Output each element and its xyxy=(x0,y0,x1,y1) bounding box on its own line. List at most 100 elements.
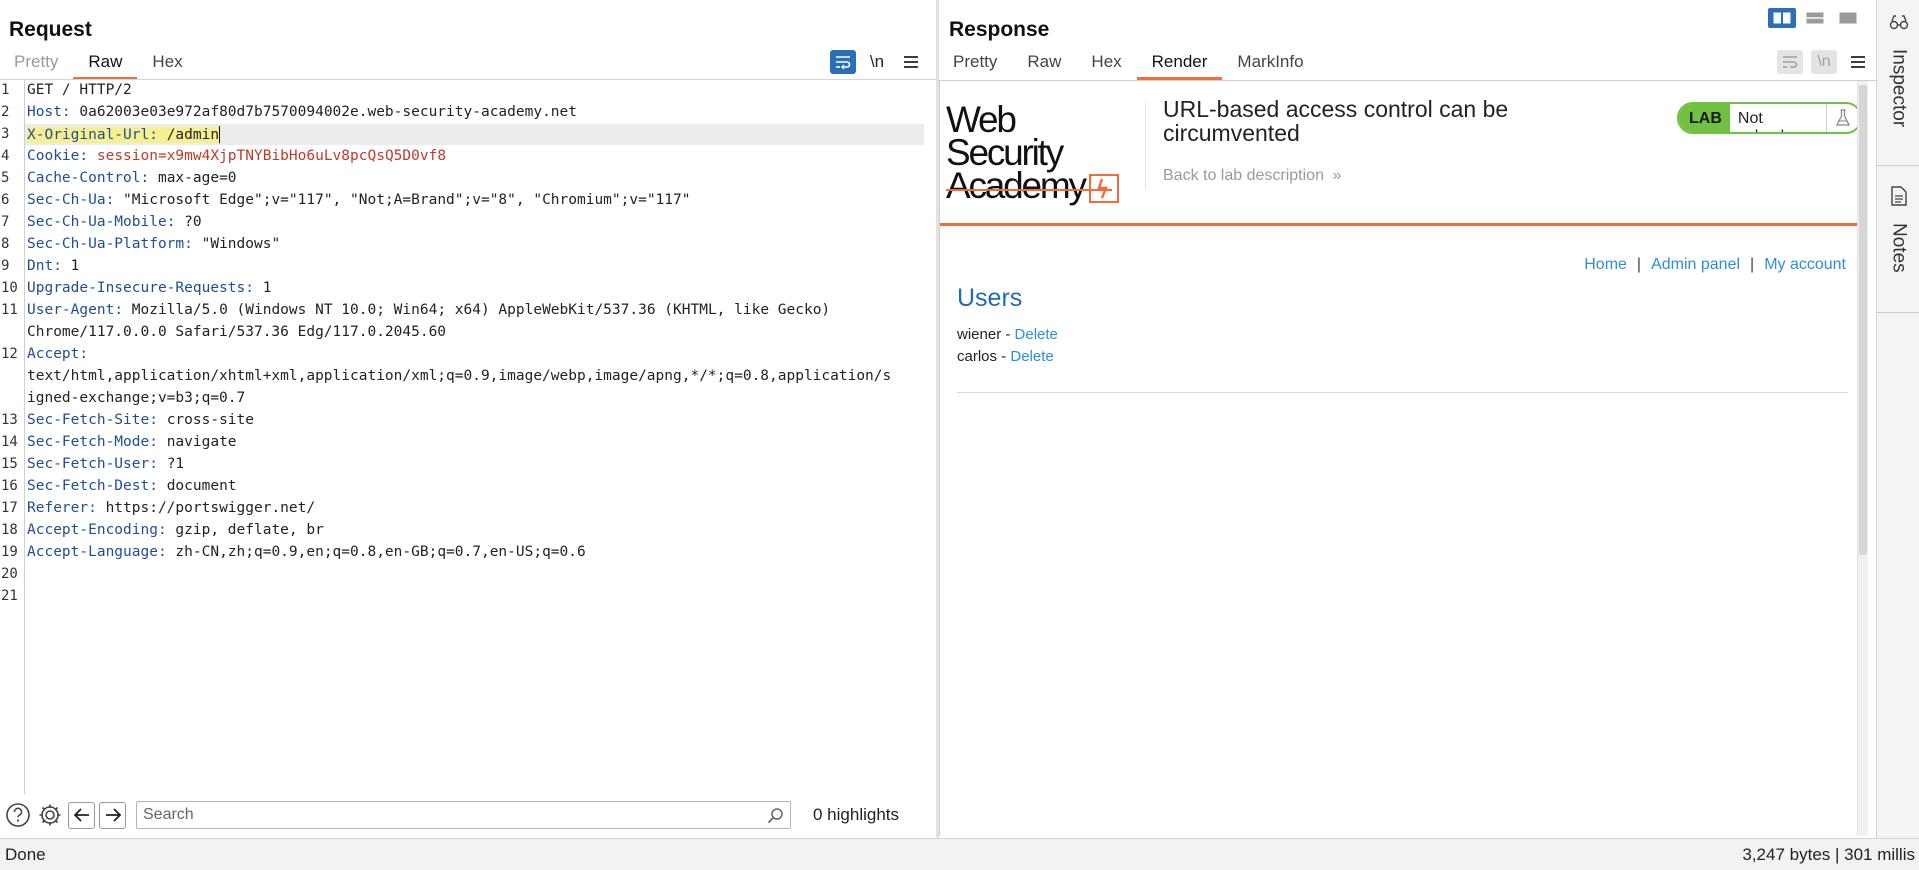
header-name: X-Original-Url xyxy=(27,126,150,143)
nav-home-link[interactable]: Home xyxy=(1584,256,1627,274)
line-number: 4 xyxy=(1,148,10,164)
hamburger-menu-icon[interactable] xyxy=(1845,50,1871,74)
highlighted-header: X-Original-Url: /admin xyxy=(27,126,220,143)
nav-admin-panel-link[interactable]: Admin panel xyxy=(1651,256,1740,274)
layout-tabs-icon[interactable] xyxy=(1834,8,1862,28)
back-to-lab-description-link[interactable]: Back to lab description » xyxy=(1163,167,1341,185)
request-line: 12 Accept: xyxy=(0,346,924,362)
request-title: Request xyxy=(9,18,92,41)
layout-side-by-side-icon[interactable] xyxy=(1768,8,1796,28)
notes-tab[interactable]: Notes xyxy=(1877,186,1919,273)
flask-icon[interactable] xyxy=(1826,104,1860,132)
request-pane: Request Pretty Raw Hex \n 1 GET / HTTP/2 2… xyxy=(0,0,936,838)
text-caret xyxy=(219,126,221,143)
tab-pretty[interactable]: Pretty xyxy=(0,48,73,80)
response-tabs: Pretty Raw Hex Render MarkInfo xyxy=(939,48,1319,80)
header-separator: : xyxy=(149,456,167,472)
render-scrollbar-thumb[interactable] xyxy=(1859,85,1867,555)
tab-render[interactable]: Render xyxy=(1136,48,1223,80)
header-name: Accept-Language xyxy=(27,544,158,560)
request-line: 6 Sec-Ch-Ua: "Microsoft Edge";v="117", "N… xyxy=(0,192,924,208)
header-name: Sec-Ch-Ua-Mobile xyxy=(27,214,167,230)
header-separator: : xyxy=(79,148,97,164)
header-value: 1 xyxy=(262,280,272,296)
header-value: max-age=0 xyxy=(157,170,237,186)
line-text: Sec-Ch-Ua: "Microsoft Edge";v="117", "No… xyxy=(27,192,690,208)
word-wrap-toggle-icon[interactable] xyxy=(830,50,856,74)
tab-hex[interactable]: Hex xyxy=(1076,48,1136,80)
line-content xyxy=(25,588,27,604)
line-number: 6 xyxy=(1,192,10,208)
tab-hex[interactable]: Hex xyxy=(137,48,197,80)
request-line: Chrome/117.0.0.0 Safari/537.36 Edg/117.0… xyxy=(0,324,924,340)
request-line: 9 Dnt: 1 xyxy=(0,258,924,274)
lab-header: Web Security Academy URL-based access co… xyxy=(940,81,1862,226)
request-line: 2 Host: 0a62003e03e972af80d7b7570094002e.… xyxy=(0,104,924,120)
request-line: 16 Sec-Fetch-Dest: document xyxy=(0,478,924,494)
hamburger-menu-icon[interactable] xyxy=(898,50,924,74)
logo-line-2: Academy xyxy=(946,165,1087,206)
request-line: 19 Accept-Language: zh-CN,zh;q=0.9,en;q=0… xyxy=(0,544,924,560)
line-content: igned-exchange;v=b3;q=0.7 xyxy=(25,390,245,406)
header-name: Accept-Encoding xyxy=(27,522,158,538)
header-value: session=x9mw4XjpTNYBibHo6uLv8pcQsQ5D0vf8 xyxy=(96,148,447,164)
line-content: Sec-Ch-Ua-Mobile: ?0 xyxy=(25,214,202,230)
header-value: zh-CN,zh;q=0.9,en;q=0.8,en-GB;q=0.7,en-U… xyxy=(175,544,586,560)
notes-document-icon xyxy=(1890,186,1907,211)
layout-stacked-icon[interactable] xyxy=(1801,8,1829,28)
render-scrollbar[interactable] xyxy=(1857,81,1868,836)
response-pane: Response Pretty Raw Hex Render MarkInfo … xyxy=(939,0,1876,838)
request-search-bar: 0 highlights xyxy=(0,796,936,834)
lab-status-widget: LAB Not solved xyxy=(1677,102,1862,134)
show-newlines-toggle[interactable]: \n xyxy=(864,50,890,74)
header-value: ?0 xyxy=(184,214,202,230)
line-number xyxy=(0,324,25,340)
tab-raw[interactable]: Raw xyxy=(1012,48,1076,80)
line-number: 11 xyxy=(1,302,18,318)
request-line: 15 Sec-Fetch-User: ?1 xyxy=(0,456,924,472)
delete-user-link[interactable]: Delete xyxy=(1010,348,1053,365)
request-line: 10 Upgrade-Insecure-Requests: 1 xyxy=(0,280,924,296)
request-line: 13 Sec-Fetch-Site: cross-site xyxy=(0,412,924,428)
lab-status-text: Not solved xyxy=(1729,104,1827,132)
delete-user-link[interactable]: Delete xyxy=(1015,326,1058,343)
tab-raw[interactable]: Raw xyxy=(73,48,138,80)
line-text: Cookie: session=x9mw4XjpTNYBibHo6uLv8pcQ… xyxy=(27,148,446,164)
line-number: 19 xyxy=(1,544,18,560)
request-tabs: Pretty Raw Hex xyxy=(0,48,198,80)
line-text: Sec-Ch-Ua-Platform: "Windows" xyxy=(27,236,280,252)
word-wrap-toggle-icon[interactable] xyxy=(1777,50,1803,74)
settings-gear-icon[interactable] xyxy=(36,801,64,829)
header-value: https://portswigger.net/ xyxy=(105,500,316,516)
header-separator: : xyxy=(53,258,71,274)
line-content: Host: 0a62003e03e972af80d7b7570094002e.w… xyxy=(25,104,577,120)
line-number: 20 xyxy=(1,566,18,582)
previous-match-arrow-icon[interactable] xyxy=(68,801,95,829)
burp-repeater-window: Request Pretty Raw Hex \n 1 GET / HTTP/2 2… xyxy=(0,0,1919,870)
line-text: Host: 0a62003e03e972af80d7b7570094002e.w… xyxy=(27,104,577,120)
tab-markinfo[interactable]: MarkInfo xyxy=(1222,48,1318,80)
inspector-tab[interactable]: Inspector xyxy=(1877,14,1919,127)
show-newlines-toggle[interactable]: \n xyxy=(1811,50,1837,74)
header-name: Cache-Control xyxy=(27,170,141,186)
header-value: "Microsoft Edge";v="117", "Not;A=Brand";… xyxy=(123,192,691,208)
header-name: Host xyxy=(27,104,62,120)
nav-my-account-link[interactable]: My account xyxy=(1764,256,1846,274)
line-number: 2 xyxy=(1,104,10,120)
line-content: Sec-Fetch-User: ?1 xyxy=(25,456,184,472)
web-security-academy-logo[interactable]: Web Security Academy xyxy=(946,101,1126,204)
search-input[interactable] xyxy=(137,802,747,828)
user-name: wiener xyxy=(957,326,1002,343)
header-separator: : xyxy=(157,522,176,538)
status-text: Done xyxy=(5,845,46,864)
line-text: Dnt: 1 xyxy=(27,258,79,274)
user-row: carlos - Delete xyxy=(957,348,1054,365)
request-raw-editor[interactable]: 1 GET / HTTP/2 2 Host: 0a62003e03e972af80d7… xyxy=(0,80,936,794)
logo-underline xyxy=(946,189,1112,191)
tab-pretty[interactable]: Pretty xyxy=(939,48,1012,80)
next-match-arrow-icon[interactable] xyxy=(99,801,126,829)
rendered-response-view: Web Security Academy URL-based access co… xyxy=(939,80,1876,836)
help-icon[interactable] xyxy=(4,801,32,829)
highlights-count: 0 highlights xyxy=(813,805,900,824)
line-content: Upgrade-Insecure-Requests: 1 xyxy=(25,280,271,296)
